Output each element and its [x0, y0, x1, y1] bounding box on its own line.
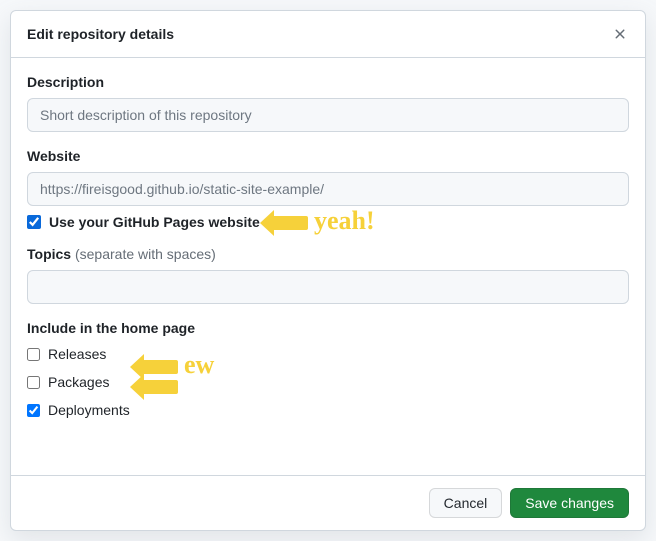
modal-title: Edit repository details: [27, 26, 174, 42]
github-pages-checkbox[interactable]: [27, 215, 41, 229]
github-pages-row: Use your GitHub Pages website yeah!: [27, 214, 629, 230]
description-group: Description: [27, 74, 629, 132]
topics-input[interactable]: [27, 270, 629, 304]
topics-label: Topics (separate with spaces): [27, 246, 629, 262]
cancel-button[interactable]: Cancel: [429, 488, 503, 518]
packages-row: Packages: [27, 374, 629, 390]
annotation-yeah: yeah!: [272, 206, 375, 236]
deployments-label: Deployments: [48, 402, 130, 418]
modal-header: Edit repository details: [11, 11, 645, 58]
topics-group: Topics (separate with spaces): [27, 246, 629, 304]
modal-body: Description Website Use your GitHub Page…: [11, 58, 645, 475]
annotation-ew-arrow2: [142, 370, 184, 400]
arrow-icon: [142, 380, 178, 394]
description-input[interactable]: [27, 98, 629, 132]
topics-hint: (separate with spaces): [75, 246, 216, 262]
arrow-icon: [272, 216, 308, 230]
website-input[interactable]: [27, 172, 629, 206]
deployments-row: Deployments: [27, 402, 629, 418]
arrow-icon: [142, 360, 178, 374]
close-icon: [612, 26, 628, 42]
modal-footer: Cancel Save changes: [11, 475, 645, 530]
description-label: Description: [27, 74, 629, 90]
edit-repo-modal: Edit repository details Description Webs…: [10, 10, 646, 531]
website-label: Website: [27, 148, 629, 164]
releases-row: Releases ew: [27, 346, 629, 362]
packages-checkbox[interactable]: [27, 376, 40, 389]
github-pages-label: Use your GitHub Pages website: [49, 214, 260, 230]
releases-label: Releases: [48, 346, 106, 362]
deployments-checkbox[interactable]: [27, 404, 40, 417]
website-group: Website Use your GitHub Pages website ye…: [27, 148, 629, 230]
include-heading: Include in the home page: [27, 320, 629, 336]
releases-checkbox[interactable]: [27, 348, 40, 361]
save-button[interactable]: Save changes: [510, 488, 629, 518]
include-section: Include in the home page Releases ew Pac…: [27, 320, 629, 418]
close-button[interactable]: [611, 25, 629, 43]
packages-label: Packages: [48, 374, 109, 390]
